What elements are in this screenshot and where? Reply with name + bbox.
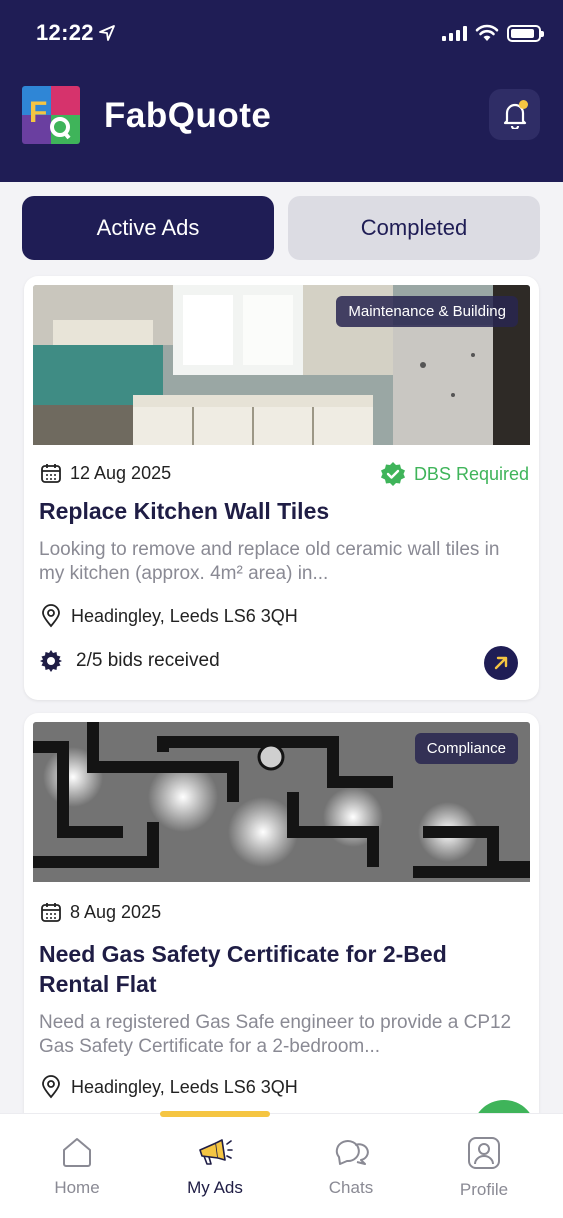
nav-profile-label: Profile	[459, 1180, 509, 1199]
tab-active-ads[interactable]: Active Ads	[22, 196, 274, 260]
dbs-badge-text: DBS Required	[413, 463, 529, 484]
app-header: 12:22 F FabQuote	[0, 0, 563, 182]
home-icon	[63, 1138, 91, 1167]
nav-home-label: Home	[54, 1178, 100, 1197]
ad-card[interactable]: Maintenance & Building 12 Aug 2025 DBS R…	[24, 276, 539, 700]
dbs-badge: DBS Required	[380, 461, 529, 487]
wifi-icon	[475, 24, 499, 41]
status-icons	[442, 24, 544, 42]
nav-chats[interactable]: Chats	[296, 1136, 406, 1198]
ad-bids: 2/5 bids received	[38, 648, 220, 674]
notification-dot	[519, 100, 528, 109]
ad-title: Replace Kitchen Wall Tiles	[39, 498, 330, 524]
ad-location: Headingley, Leeds LS6 3QH	[40, 1075, 298, 1099]
ad-image-kitchen: Maintenance & Building	[33, 285, 530, 445]
ad-location: Headingley, Leeds LS6 3QH	[40, 604, 298, 628]
profile-icon	[468, 1137, 500, 1169]
nav-my-ads-label: My Ads	[187, 1178, 243, 1197]
location-arrow-icon	[99, 25, 115, 41]
chat-icon	[335, 1140, 369, 1165]
ad-description: Looking to remove and replace old cerami…	[39, 539, 500, 584]
tab-completed[interactable]: Completed	[288, 196, 540, 260]
category-tag: Maintenance & Building	[336, 296, 518, 327]
ad-date-text: 12 Aug 2025	[70, 462, 172, 483]
gear-icon	[40, 650, 62, 672]
category-tag: Compliance	[414, 733, 518, 764]
open-ad-button[interactable]	[484, 646, 518, 680]
status-time: 12:22	[36, 20, 115, 46]
active-nav-indicator	[160, 1111, 270, 1117]
notifications-button[interactable]	[489, 89, 540, 140]
battery-icon	[507, 24, 544, 42]
ad-location-text: Headingley, Leeds LS6 3QH	[71, 1076, 298, 1097]
cellular-signal-icon	[442, 25, 467, 41]
calendar-icon	[41, 903, 61, 922]
ad-date: 8 Aug 2025	[40, 901, 161, 923]
bottom-nav: Home My Ads Chats Profile	[0, 1111, 563, 1218]
ad-image-pipes: Compliance	[33, 722, 530, 882]
nav-my-ads[interactable]: My Ads	[160, 1136, 270, 1198]
ad-description: Need a registered Gas Safe engineer to p…	[39, 1012, 512, 1057]
ad-date: 12 Aug 2025	[40, 462, 171, 484]
nav-profile[interactable]: Profile	[429, 1136, 539, 1200]
ad-location-text: Headingley, Leeds LS6 3QH	[71, 605, 298, 626]
verified-badge-icon	[380, 462, 405, 486]
nav-chats-label: Chats	[328, 1178, 374, 1197]
calendar-icon	[41, 464, 61, 483]
nav-home[interactable]: Home	[22, 1136, 132, 1198]
brand-name: FabQuote	[104, 96, 272, 135]
ad-title: Need Gas Safety Certificate for 2-Bed Re…	[39, 941, 447, 997]
status-time-text: 12:22	[36, 20, 94, 45]
ad-card[interactable]: Compliance 8 Aug 2025 Need Gas Safety Ce…	[24, 713, 539, 1173]
location-pin-icon	[42, 604, 60, 628]
megaphone-icon	[199, 1139, 233, 1165]
svg-text:F: F	[29, 96, 47, 129]
ad-date-text: 8 Aug 2025	[70, 901, 162, 922]
fabquote-logo: F	[22, 86, 80, 144]
ad-bids-text: 2/5 bids received	[76, 650, 220, 671]
arrow-up-right-icon	[494, 656, 508, 670]
location-pin-icon	[42, 1075, 60, 1099]
ads-tabs: Active Ads Completed	[22, 196, 540, 260]
